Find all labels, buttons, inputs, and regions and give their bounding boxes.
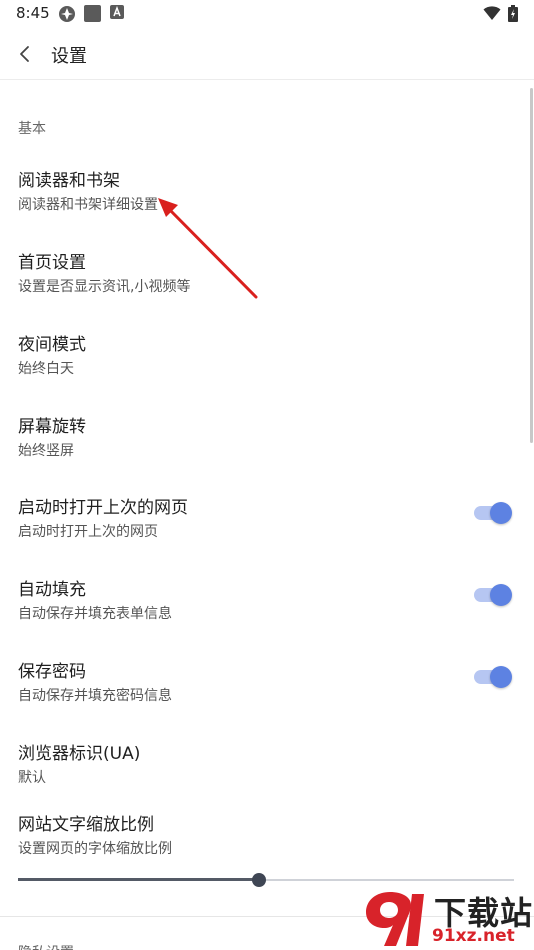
app-bar: 设置 (0, 28, 534, 80)
toggle-switch[interactable] (472, 584, 514, 606)
settings-list[interactable]: 基本 阅读器和书架 阅读器和书架详细设置 首页设置 设置是否显示资讯,小视频等 … (0, 80, 534, 950)
toggle-thumb (490, 666, 512, 688)
setting-title: 屏幕旋转 (18, 417, 86, 437)
setting-subtitle: 自动保存并填充表单信息 (18, 606, 172, 622)
setting-save-password[interactable]: 保存密码 自动保存并填充密码信息 (0, 657, 534, 737)
setting-screen-rotation[interactable]: 屏幕旋转 始终竖屏 (0, 412, 534, 492)
setting-title: 保存密码 (18, 662, 86, 682)
setting-homepage[interactable]: 首页设置 设置是否显示资讯,小视频等 (0, 248, 534, 328)
app-notification-icon (59, 6, 75, 22)
toggle-switch[interactable] (472, 666, 514, 688)
setting-title: 浏览器标识(UA) (18, 744, 141, 764)
setting-subtitle: 自动保存并填充密码信息 (18, 688, 172, 704)
setting-subtitle: 始终竖屏 (18, 443, 74, 459)
watermark-bottom-text: 91xz.net (432, 926, 515, 946)
section-header-privacy: 隐私设置 (18, 942, 74, 950)
toggle-thumb (490, 584, 512, 606)
setting-subtitle: 设置网页的字体缩放比例 (18, 841, 172, 857)
setting-night-mode[interactable]: 夜间模式 始终白天 (0, 330, 534, 410)
setting-title: 自动填充 (18, 580, 86, 600)
watermark-91-icon (366, 892, 424, 946)
setting-subtitle: 始终白天 (18, 361, 74, 377)
notification-square-icon (84, 5, 101, 22)
setting-title: 启动时打开上次的网页 (18, 498, 188, 518)
setting-title: 网站文字缩放比例 (18, 815, 154, 835)
setting-subtitle: 默认 (18, 770, 46, 786)
wifi-icon (483, 6, 501, 20)
setting-reader-and-bookshelf[interactable]: 阅读器和书架 阅读器和书架详细设置 (0, 166, 534, 246)
page-title: 设置 (51, 46, 87, 67)
setting-title: 夜间模式 (18, 335, 86, 355)
status-time: 8:45 (16, 4, 50, 22)
battery-icon (508, 5, 518, 22)
status-bar: 8:45 (0, 0, 534, 28)
slider-thumb[interactable] (252, 873, 266, 887)
slider-track-fill (18, 878, 259, 881)
setting-title: 首页设置 (18, 253, 86, 273)
setting-user-agent[interactable]: 浏览器标识(UA) 默认 (0, 739, 534, 819)
setting-title: 阅读器和书架 (18, 171, 120, 191)
setting-restore-last-page[interactable]: 启动时打开上次的网页 启动时打开上次的网页 (0, 493, 534, 573)
notification-a-icon (110, 5, 124, 19)
back-arrow-icon[interactable] (10, 38, 42, 70)
setting-subtitle: 设置是否显示资讯,小视频等 (18, 279, 191, 295)
setting-autofill[interactable]: 自动填充 自动保存并填充表单信息 (0, 575, 534, 655)
toggle-switch[interactable] (472, 502, 514, 524)
watermark-logo: 下载站 91xz.net (360, 886, 534, 950)
setting-subtitle: 启动时打开上次的网页 (18, 524, 158, 540)
section-header-basic: 基本 (18, 121, 46, 137)
setting-subtitle: 阅读器和书架详细设置 (18, 197, 158, 213)
toggle-thumb (490, 502, 512, 524)
